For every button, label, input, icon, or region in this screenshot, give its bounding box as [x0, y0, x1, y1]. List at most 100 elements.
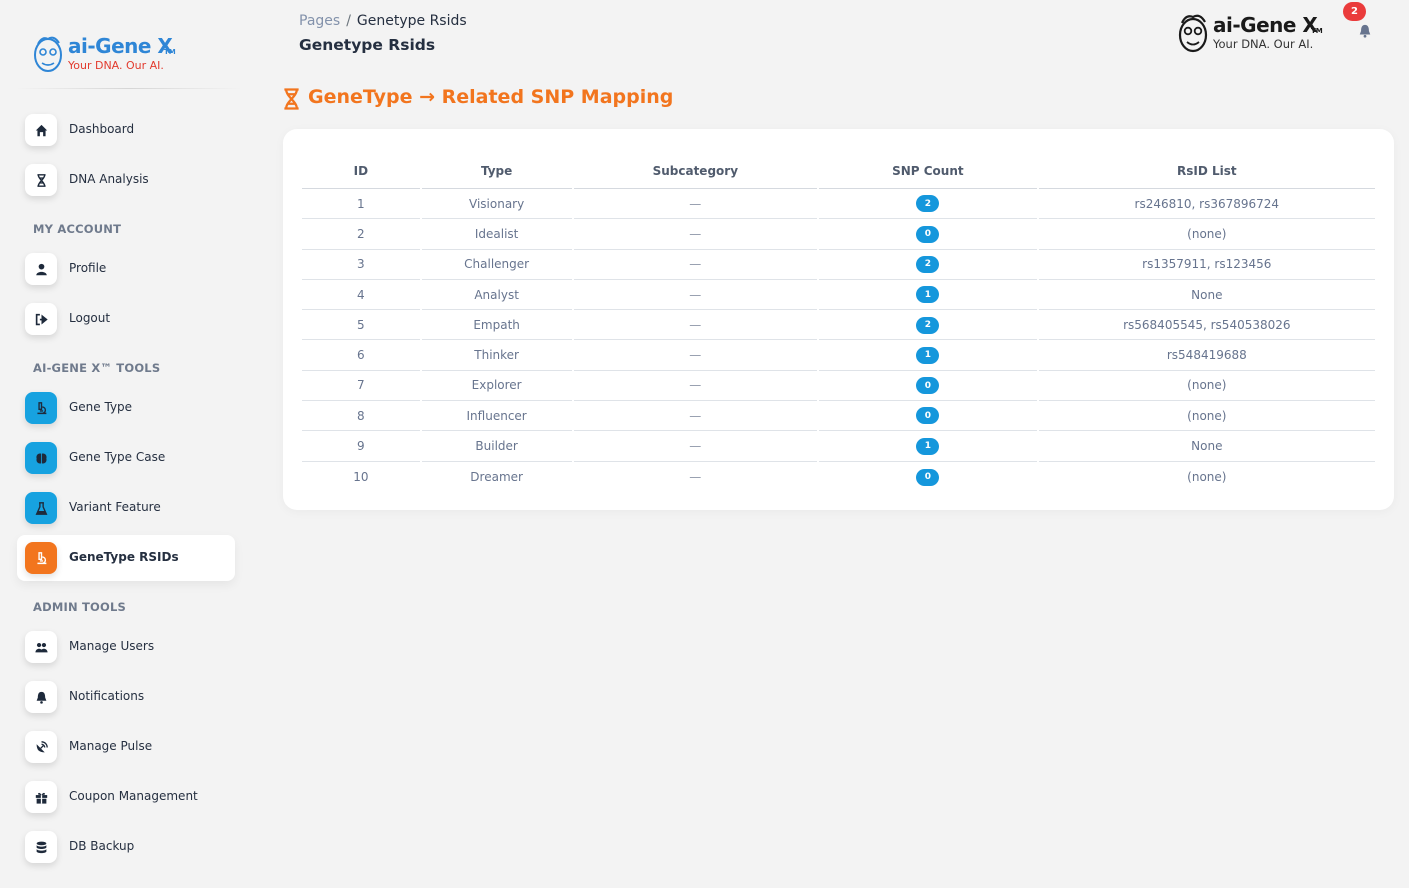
table-row[interactable]: 2 Idealist — 0 (none) [302, 219, 1375, 250]
users-icon [25, 631, 57, 663]
header-brand-name: ai-Gene X [1213, 13, 1318, 37]
cell-rsids: (none) [1038, 401, 1375, 432]
breadcrumb-current: Genetype Rsids [356, 13, 467, 29]
snp-count-badge: 0 [916, 407, 940, 425]
cell-id: 2 [302, 219, 420, 250]
cell-id: 5 [302, 310, 420, 341]
table-row[interactable]: 8 Influencer — 0 (none) [302, 401, 1375, 432]
sidebar-item-manage-users[interactable]: Manage Users [17, 624, 235, 670]
cell-rsids: rs1357911, rs123456 [1038, 250, 1375, 280]
sidebar-item-logout[interactable]: Logout [17, 296, 235, 342]
cell-rsids: None [1038, 431, 1375, 462]
snp-count-badge: 0 [916, 468, 940, 486]
table-row[interactable]: 10 Dreamer — 0 (none) [302, 462, 1375, 492]
dna-icon [284, 88, 299, 110]
sidebar-item-gene-type[interactable]: Gene Type [17, 385, 235, 431]
cell-snp-count: 2 [819, 310, 1037, 341]
snp-count-badge: 1 [916, 346, 940, 364]
cell-snp-count: 2 [819, 250, 1037, 280]
table-row[interactable]: 1 Visionary — 2 rs246810, rs367896724 [302, 189, 1375, 220]
cell-subcategory: — [573, 250, 818, 280]
microscope-icon [25, 542, 57, 574]
sidebar-item-db-backup[interactable]: DB Backup [17, 824, 235, 870]
cell-rsids: (none) [1038, 371, 1375, 402]
sidebar-item-coupon-management[interactable]: Coupon Management [17, 774, 235, 820]
sidebar-item-notifications[interactable]: Notifications [17, 674, 235, 720]
cell-snp-count: 0 [819, 401, 1037, 432]
brand-tm: TM [164, 48, 176, 56]
notification-bell-icon[interactable] [1358, 24, 1372, 38]
column-header-id[interactable]: ID [302, 154, 420, 189]
sidebar-item-dashboard[interactable]: Dashboard [17, 107, 235, 153]
breadcrumb-separator: / [346, 13, 351, 29]
table-row[interactable]: 5 Empath — 2 rs568405545, rs540538026 [302, 310, 1375, 341]
sidebar-item-label: Coupon Management [69, 789, 198, 803]
cell-subcategory: — [573, 401, 818, 432]
sidebar-item-label: Logout [69, 311, 111, 325]
cell-subcategory: — [573, 340, 818, 371]
notification-count-badge[interactable]: 2 [1343, 2, 1366, 21]
column-header-type[interactable]: Type [421, 154, 572, 189]
sidebar-item-gene-type-case[interactable]: Gene Type Case [17, 435, 235, 481]
brain-icon [25, 442, 57, 474]
section-heading-tools: AI-GENE X™ TOOLS [33, 361, 161, 375]
sidebar-item-genetype-rsids[interactable]: GeneType RSIDs [17, 535, 235, 581]
snp-count-badge: 1 [916, 437, 940, 455]
cell-id: 8 [302, 401, 420, 432]
breadcrumb: Pages / Genetype Rsids [299, 13, 467, 29]
brand-tagline: Your DNA. Our AI. [68, 59, 164, 72]
home-icon [25, 114, 57, 146]
cell-snp-count: 2 [819, 189, 1037, 220]
breadcrumb-root[interactable]: Pages [299, 13, 340, 29]
cell-type: Analyst [421, 280, 572, 311]
sidebar-item-label: DNA Analysis [69, 172, 149, 186]
sidebar-item-label: DB Backup [69, 839, 135, 853]
snp-count-badge: 0 [916, 225, 940, 243]
header-brand-tm: TM [1311, 27, 1323, 35]
cell-id: 6 [302, 340, 420, 371]
column-header-rsid-list[interactable]: RsID List [1038, 154, 1375, 189]
cell-snp-count: 1 [819, 280, 1037, 311]
cell-subcategory: — [573, 371, 818, 402]
table-row[interactable]: 4 Analyst — 1 None [302, 280, 1375, 311]
sidebar-item-label: Dashboard [69, 122, 135, 136]
user-icon [25, 253, 57, 285]
column-header-snp-count[interactable]: SNP Count [819, 154, 1037, 189]
cell-subcategory: — [573, 310, 818, 341]
sidebar-item-label: Manage Users [69, 639, 155, 653]
cell-subcategory: — [689, 469, 702, 484]
cell-id: 3 [302, 250, 420, 280]
sidebar-item-profile[interactable]: Profile [17, 246, 235, 292]
cell-rsids: rs246810, rs367896724 [1038, 189, 1375, 220]
cell-subcategory: — [573, 189, 818, 220]
satellite-dish-icon [25, 731, 57, 763]
table-row[interactable]: 7 Explorer — 0 (none) [302, 371, 1375, 402]
cell-rsids: None [1038, 280, 1375, 311]
cell-id: 1 [302, 189, 420, 220]
dna-icon [25, 164, 57, 196]
sidebar-item-variant-feature[interactable]: Variant Feature [17, 485, 235, 531]
gift-icon [25, 781, 57, 813]
section-title-text: GeneType → Related SNP Mapping [308, 86, 674, 108]
bell-icon [25, 681, 57, 713]
cell-type: Idealist [421, 219, 572, 250]
table-row[interactable]: 6 Thinker — 1 rs548419688 [302, 340, 1375, 371]
table-row[interactable]: 9 Builder — 1 None [302, 431, 1375, 462]
mapping-card: ID Type Subcategory SNP Count RsID List … [283, 129, 1394, 510]
cell-type: Influencer [421, 401, 572, 432]
cell-subcategory: — [573, 219, 818, 250]
cell-type: Dreamer [470, 469, 523, 484]
sidebar-item-dna-analysis[interactable]: DNA Analysis [17, 157, 235, 203]
cell-snp-count: 1 [819, 340, 1037, 371]
cell-id: 4 [302, 280, 420, 311]
cell-rsids: rs568405545, rs540538026 [1038, 310, 1375, 341]
brand-logo[interactable]: ai-Gene X TM Your DNA. Our AI. [32, 34, 182, 76]
sidebar-item-manage-pulse[interactable]: Manage Pulse [17, 724, 235, 770]
snp-count-badge: 0 [916, 377, 940, 395]
sidebar-item-label: GeneType RSIDs [69, 550, 179, 564]
cell-snp-count: 0 [819, 219, 1037, 250]
table-row[interactable]: 3 Challenger — 2 rs1357911, rs123456 [302, 250, 1375, 280]
page-title: Genetype Rsids [299, 36, 436, 54]
logout-icon [25, 303, 57, 335]
column-header-subcategory[interactable]: Subcategory [573, 154, 818, 189]
